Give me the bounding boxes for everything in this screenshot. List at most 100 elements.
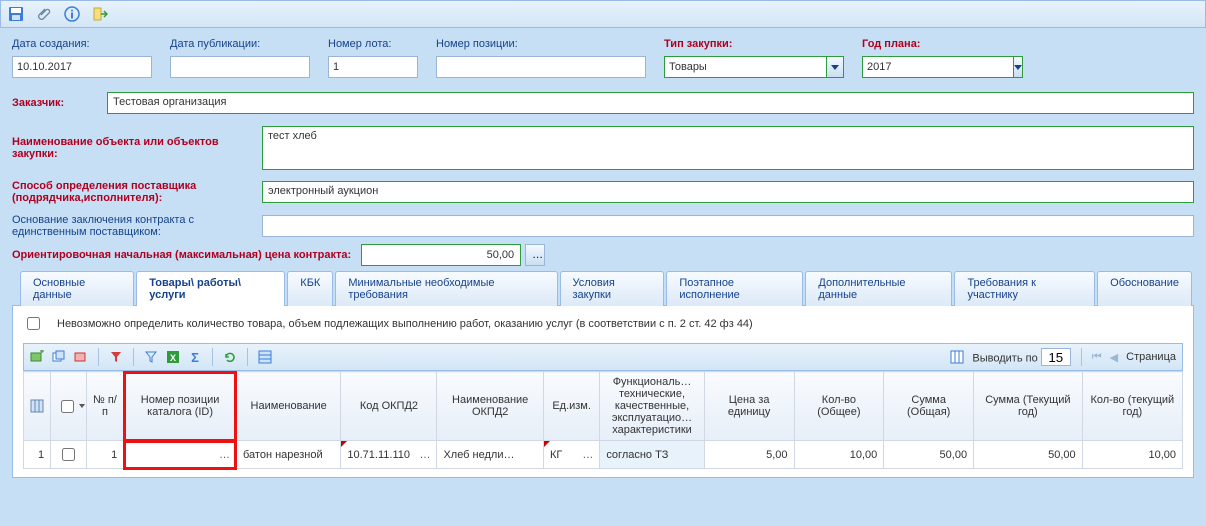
qty-unknown-checkbox[interactable] [27, 317, 40, 330]
tab-main-data[interactable]: Основные данные [20, 271, 134, 306]
customer-input[interactable]: Тестовая организация [107, 92, 1194, 114]
col-config[interactable] [24, 372, 51, 441]
page-label: Страница [1126, 351, 1176, 363]
col-sum-cur-year[interactable]: Сумма (Текущий год) [974, 372, 1083, 441]
obj-name-label: Наименование объекта или объектов закупк… [12, 136, 262, 160]
okpd2-lookup-icon[interactable]: … [419, 449, 430, 461]
pub-date-label: Дата публикации: [170, 38, 310, 50]
tab-kbk[interactable]: КБК [287, 271, 333, 306]
grid-toolbar: X Σ Выводить по ⏮ ◀ Страница [23, 343, 1183, 371]
lot-no-input[interactable] [328, 56, 418, 78]
cell-idx: 1 [24, 441, 51, 469]
col-unit[interactable]: Ед.изм. [543, 372, 599, 441]
col-characteristics[interactable]: Функциональ… технические, качественные, … [600, 372, 704, 441]
catalog-pos-lookup-icon[interactable]: … [219, 449, 230, 461]
single-supplier-basis-input[interactable] [262, 215, 1194, 237]
purchase-type-dropdown-button[interactable] [827, 56, 844, 78]
obj-name-input[interactable]: тест хлеб [262, 126, 1194, 170]
supplier-method-label: Способ определения поставщика (подрядчик… [12, 180, 262, 204]
unit-lookup-icon[interactable]: … [582, 449, 593, 461]
info-icon[interactable] [63, 5, 81, 23]
exit-icon[interactable] [91, 5, 109, 23]
creation-date-label: Дата создания: [12, 38, 152, 50]
qty-unknown-label: Невозможно определить количество товара,… [57, 318, 753, 330]
add-row-icon[interactable] [30, 350, 44, 364]
svg-text:Σ: Σ [191, 350, 199, 364]
data-grid: № п/п Номер позиции каталога (ID) Наимен… [23, 371, 1183, 469]
grid-settings-icon[interactable] [258, 350, 272, 364]
filter-icon[interactable] [109, 350, 123, 364]
excel-icon[interactable]: X [166, 350, 180, 364]
tab-min-req[interactable]: Минимальные необходимые требования [335, 271, 557, 306]
col-okpd2-code[interactable]: Код ОКПД2 [341, 372, 437, 441]
page-size: Выводить по [972, 348, 1070, 366]
cell-okpd2-name: Хлеб недли… [437, 441, 544, 469]
col-qty-cur-year[interactable]: Кол-во (текущий год) [1082, 372, 1182, 441]
cell-qty-cur-year[interactable]: 10,00 [1082, 441, 1182, 469]
col-row-no[interactable]: № п/п [86, 372, 124, 441]
col-okpd2-name[interactable]: Наименование ОКПД2 [437, 372, 544, 441]
plan-year-label: Год плана: [862, 38, 947, 50]
tabs: Основные данные Товары\ работы\ услуги К… [12, 270, 1194, 306]
save-icon[interactable] [7, 5, 25, 23]
separator [212, 348, 213, 366]
cell-qty-total[interactable]: 10,00 [794, 441, 884, 469]
plan-year-dropdown-button[interactable] [1014, 56, 1023, 78]
col-catalog-pos[interactable]: Номер позиции каталога (ID) [124, 372, 237, 441]
tab-goods[interactable]: Товары\ работы\ услуги [136, 271, 285, 306]
form-area: Дата создания: Дата публикации: Номер ло… [0, 28, 1206, 484]
cell-sum-cur-year: 50,00 [974, 441, 1083, 469]
col-qty-total[interactable]: Кол-во (Общее) [794, 372, 884, 441]
plan-year-select[interactable] [862, 56, 1014, 78]
cell-catalog-pos[interactable]: … [124, 441, 237, 469]
price-input[interactable] [361, 244, 521, 266]
cell-select[interactable] [51, 441, 87, 469]
prev-page-button[interactable]: ◀ [1110, 351, 1118, 364]
copy-row-icon[interactable] [52, 350, 66, 364]
col-name[interactable]: Наименование [236, 372, 340, 441]
tab-justification[interactable]: Обоснование [1097, 271, 1192, 306]
cell-price-per-unit[interactable]: 5,00 [704, 441, 794, 469]
separator [247, 348, 248, 366]
page-size-input[interactable] [1041, 348, 1071, 366]
tab-staged[interactable]: Поэтапное исполнение [666, 271, 803, 306]
sigma-icon[interactable]: Σ [188, 350, 202, 364]
cell-row-no: 1 [86, 441, 124, 469]
attach-icon[interactable] [35, 5, 53, 23]
window-toolbar [0, 0, 1206, 28]
table-row[interactable]: 1 1 … батон нарезной 10.71.11.110… Хлеб … [24, 441, 1183, 469]
creation-date-input[interactable] [12, 56, 152, 78]
single-supplier-basis-label: Основание заключения контракта с единств… [12, 214, 262, 238]
customer-label: Заказчик: [12, 97, 107, 109]
purchase-type-select[interactable] [664, 56, 827, 78]
first-page-button[interactable]: ⏮ [1092, 351, 1102, 364]
funnel-icon[interactable] [144, 350, 158, 364]
cell-sum-total: 50,00 [884, 441, 974, 469]
purchase-type-label: Тип закупки: [664, 38, 844, 50]
svg-text:X: X [170, 353, 176, 363]
tab-conditions[interactable]: Условия закупки [560, 271, 665, 306]
delete-row-icon[interactable] [74, 350, 88, 364]
cell-name[interactable]: батон нарезной [236, 441, 340, 469]
columns-icon[interactable] [950, 350, 964, 364]
col-select-all[interactable] [51, 372, 87, 441]
separator [1081, 348, 1082, 366]
page-size-label: Выводить по [972, 353, 1037, 365]
separator [98, 348, 99, 366]
pub-date-input[interactable] [170, 56, 310, 78]
tab-additional[interactable]: Дополнительные данные [805, 271, 952, 306]
col-sum-total[interactable]: Сумма (Общая) [884, 372, 974, 441]
refresh-icon[interactable] [223, 350, 237, 364]
pos-no-input[interactable] [436, 56, 646, 78]
lot-no-label: Номер лота: [328, 38, 418, 50]
separator [133, 348, 134, 366]
col-price-per-unit[interactable]: Цена за единицу [704, 372, 794, 441]
price-label: Ориентировочная начальная (максимальная)… [12, 249, 351, 261]
cell-characteristics[interactable]: согласно ТЗ [600, 441, 704, 469]
cell-okpd2-code[interactable]: 10.71.11.110… [341, 441, 437, 469]
price-lookup-button[interactable]: … [525, 244, 545, 266]
supplier-method-input[interactable]: электронный аукцион [262, 181, 1194, 203]
cell-unit[interactable]: КГ… [543, 441, 599, 469]
tab-body: Невозможно определить количество товара,… [12, 306, 1194, 478]
tab-participant-req[interactable]: Требования к участнику [954, 271, 1095, 306]
